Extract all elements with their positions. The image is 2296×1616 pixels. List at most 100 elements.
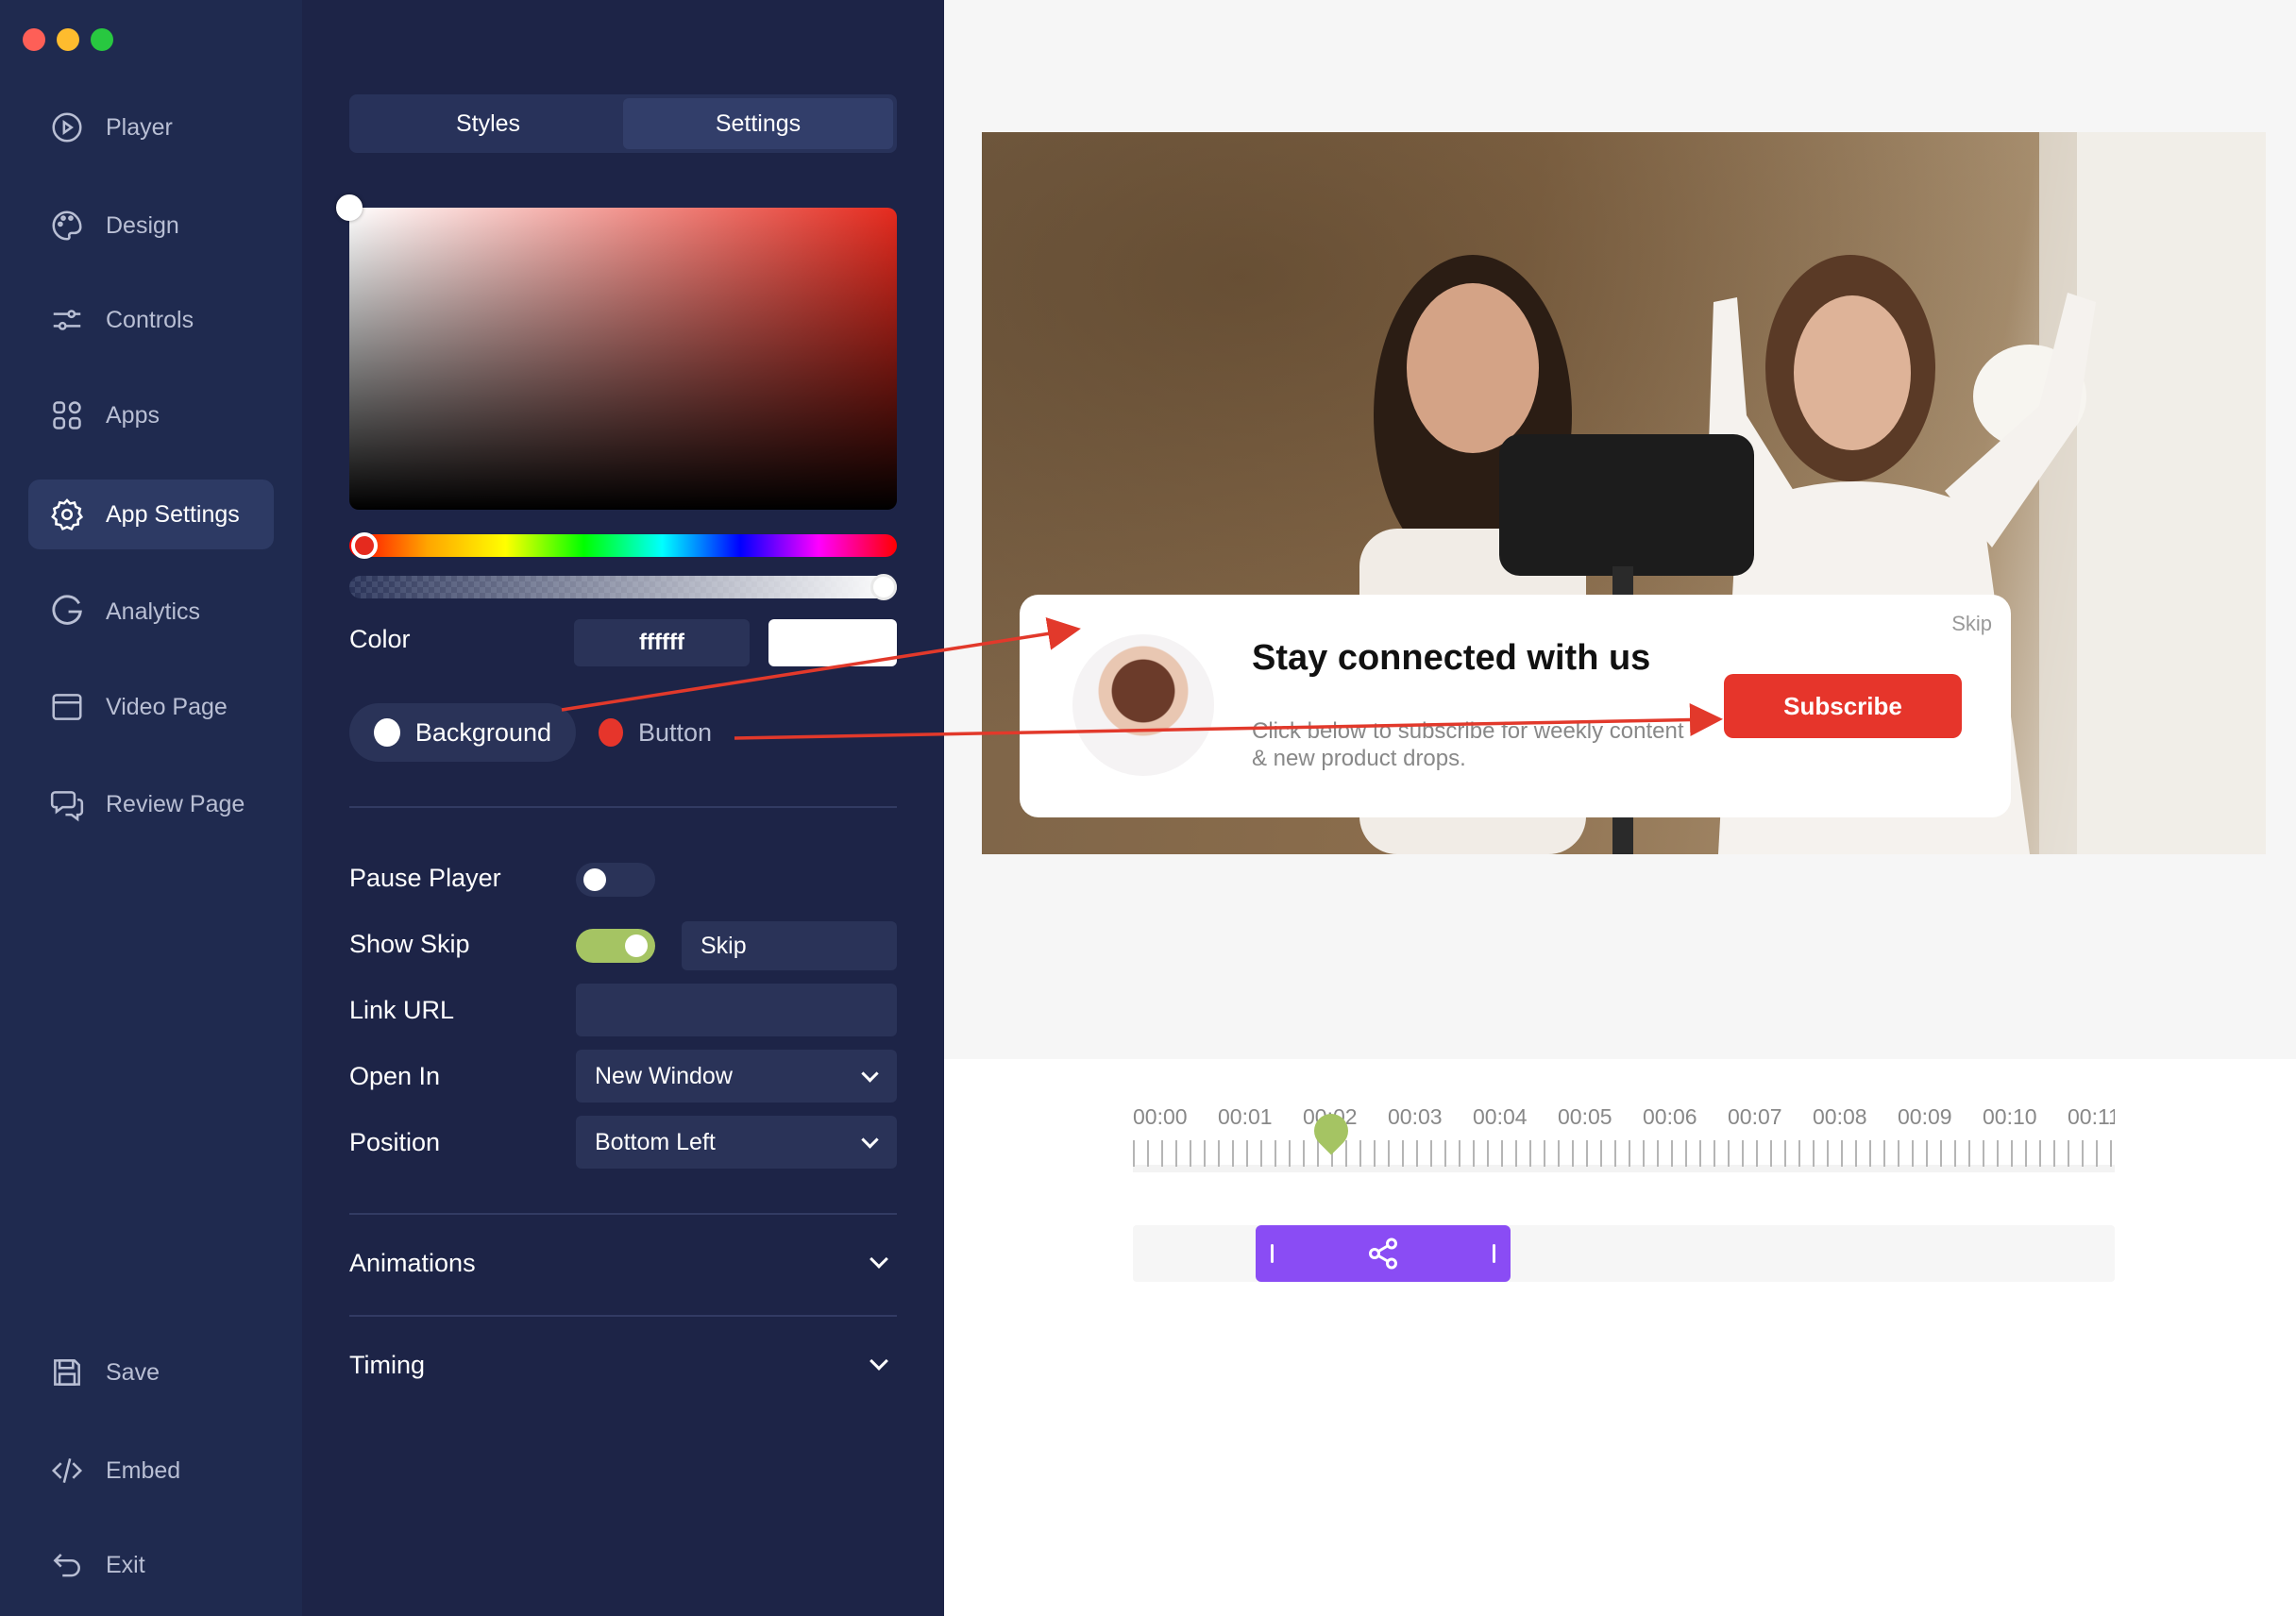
minimize-window-button[interactable]	[57, 28, 79, 51]
cta-clip[interactable]	[1256, 1225, 1511, 1282]
timeline: 00:00 00:01 00:02 00:03 00:04 00:05 00:0…	[944, 1059, 2296, 1616]
time-label: 00:04	[1473, 1104, 1528, 1129]
play-circle-icon	[52, 112, 82, 143]
nav-item-label: Analytics	[106, 598, 201, 625]
background-target-toggle[interactable]: Background	[349, 703, 576, 762]
nav-item-analytics[interactable]: Analytics	[28, 577, 274, 647]
divider	[349, 1315, 897, 1317]
link-url-input[interactable]	[576, 984, 897, 1036]
analytics-g-icon	[52, 595, 82, 625]
open-in-label: Open In	[349, 1062, 441, 1090]
divider	[349, 806, 897, 808]
timeline-ruler[interactable]	[1133, 1140, 2115, 1167]
nav-item-label: Exit	[106, 1551, 145, 1578]
opacity-slider[interactable]	[349, 574, 897, 600]
animations-accordion[interactable]: Animations	[349, 1235, 897, 1291]
nav-item-app-settings[interactable]: App Settings	[28, 480, 274, 549]
link-url-label: Link URL	[349, 996, 455, 1024]
nav-rail: Player Design Controls Apps App Settings…	[0, 0, 302, 1616]
show-skip-label: Show Skip	[349, 930, 470, 958]
share-icon	[1369, 1237, 1397, 1270]
clip-track	[1133, 1225, 2115, 1282]
nav-item-review-page[interactable]: Review Page	[28, 769, 274, 839]
window-controls	[23, 28, 113, 51]
sliders-icon	[53, 310, 81, 330]
palette-icon	[52, 210, 82, 241]
floppy-disk-icon	[54, 1359, 80, 1386]
color-swatch[interactable]	[768, 619, 897, 666]
time-label: 00:11	[2068, 1104, 2115, 1129]
nav-item-label: App Settings	[106, 500, 240, 528]
white-dot-icon	[374, 718, 400, 747]
saturation-value-picker[interactable]	[336, 194, 897, 510]
zoom-window-button[interactable]	[91, 28, 113, 51]
avatar	[1072, 634, 1214, 776]
time-label: 00:09	[1898, 1104, 1952, 1129]
nav-item-label: Embed	[106, 1456, 181, 1484]
nav-item-label: Player	[106, 113, 173, 141]
button-target-label: Button	[637, 717, 712, 747]
close-window-button[interactable]	[23, 28, 45, 51]
chat-bubbles-icon	[50, 791, 84, 822]
video-player[interactable]: Stay connected with us Click below to su…	[982, 132, 2266, 854]
time-label: 00:06	[1643, 1104, 1697, 1129]
nav-item-apps[interactable]: Apps	[28, 380, 274, 450]
settings-panel: Styles Settings Color ffffff Background …	[302, 0, 944, 1616]
clip-start-handle[interactable]	[1271, 1244, 1274, 1263]
nav-item-controls[interactable]: Controls	[28, 285, 274, 355]
hue-slider[interactable]	[349, 532, 897, 559]
hex-input[interactable]: ffffff	[574, 619, 750, 666]
skip-link[interactable]: Skip	[1951, 612, 1992, 636]
code-icon	[51, 1458, 83, 1483]
toggle-knob	[625, 934, 648, 957]
skip-text-input[interactable]: Skip	[682, 921, 897, 970]
nav-item-label: Video Page	[106, 693, 228, 720]
cta-card: Stay connected with us Click below to su…	[1020, 595, 2011, 817]
time-label: 00:01	[1218, 1104, 1273, 1129]
gear-icon	[51, 498, 84, 531]
nav-item-label: Save	[106, 1358, 160, 1386]
position-select[interactable]: Bottom Left	[576, 1116, 897, 1169]
time-label: 00:10	[1983, 1104, 2037, 1129]
open-in-select[interactable]: New Window	[576, 1050, 897, 1103]
nav-item-label: Design	[106, 211, 179, 239]
panel-tabs: Styles Settings	[349, 94, 897, 153]
exit-arrow-icon	[53, 1554, 80, 1577]
position-label: Position	[349, 1128, 441, 1156]
clip-end-handle[interactable]	[1493, 1244, 1495, 1263]
cta-subtitle: Click below to subscribe for weekly cont…	[1252, 718, 1684, 771]
chevron-down-icon	[869, 1352, 888, 1371]
red-dot-icon	[599, 718, 623, 747]
color-picker-handle[interactable]	[336, 194, 363, 221]
chevron-down-icon	[869, 1250, 888, 1269]
nav-item-save[interactable]: Save	[28, 1338, 274, 1407]
browser-window-icon	[52, 694, 82, 720]
nav-item-embed[interactable]: Embed	[28, 1436, 274, 1506]
toggle-knob	[583, 868, 606, 891]
divider	[349, 1213, 897, 1215]
hue-slider-handle[interactable]	[351, 532, 378, 559]
button-target-toggle[interactable]: Button	[585, 703, 736, 762]
nav-item-label: Review Page	[106, 790, 245, 817]
time-label: 00:03	[1388, 1104, 1443, 1129]
timing-label: Timing	[349, 1350, 426, 1379]
color-label: Color	[349, 625, 411, 653]
animations-label: Animations	[349, 1248, 476, 1277]
cta-title: Stay connected with us	[1252, 638, 1651, 678]
nav-item-player[interactable]: Player	[28, 93, 274, 162]
opacity-slider-handle[interactable]	[870, 574, 897, 600]
pause-player-label: Pause Player	[349, 864, 501, 892]
tab-styles[interactable]: Styles	[353, 98, 623, 149]
tab-settings[interactable]: Settings	[623, 98, 893, 149]
nav-item-video-page[interactable]: Video Page	[28, 672, 274, 742]
timing-accordion[interactable]: Timing	[349, 1337, 897, 1393]
show-skip-toggle[interactable]	[576, 929, 655, 963]
pause-player-toggle[interactable]	[576, 863, 655, 897]
time-label: 00:00	[1133, 1104, 1188, 1129]
nav-item-label: Controls	[106, 306, 194, 333]
timeline-labels: 00:00 00:01 00:02 00:03 00:04 00:05 00:0…	[1133, 1104, 2115, 1142]
nav-item-exit[interactable]: Exit	[28, 1530, 274, 1600]
subscribe-button[interactable]: Subscribe	[1724, 674, 1962, 738]
nav-item-design[interactable]: Design	[28, 191, 274, 261]
background-target-label: Background	[414, 717, 551, 747]
